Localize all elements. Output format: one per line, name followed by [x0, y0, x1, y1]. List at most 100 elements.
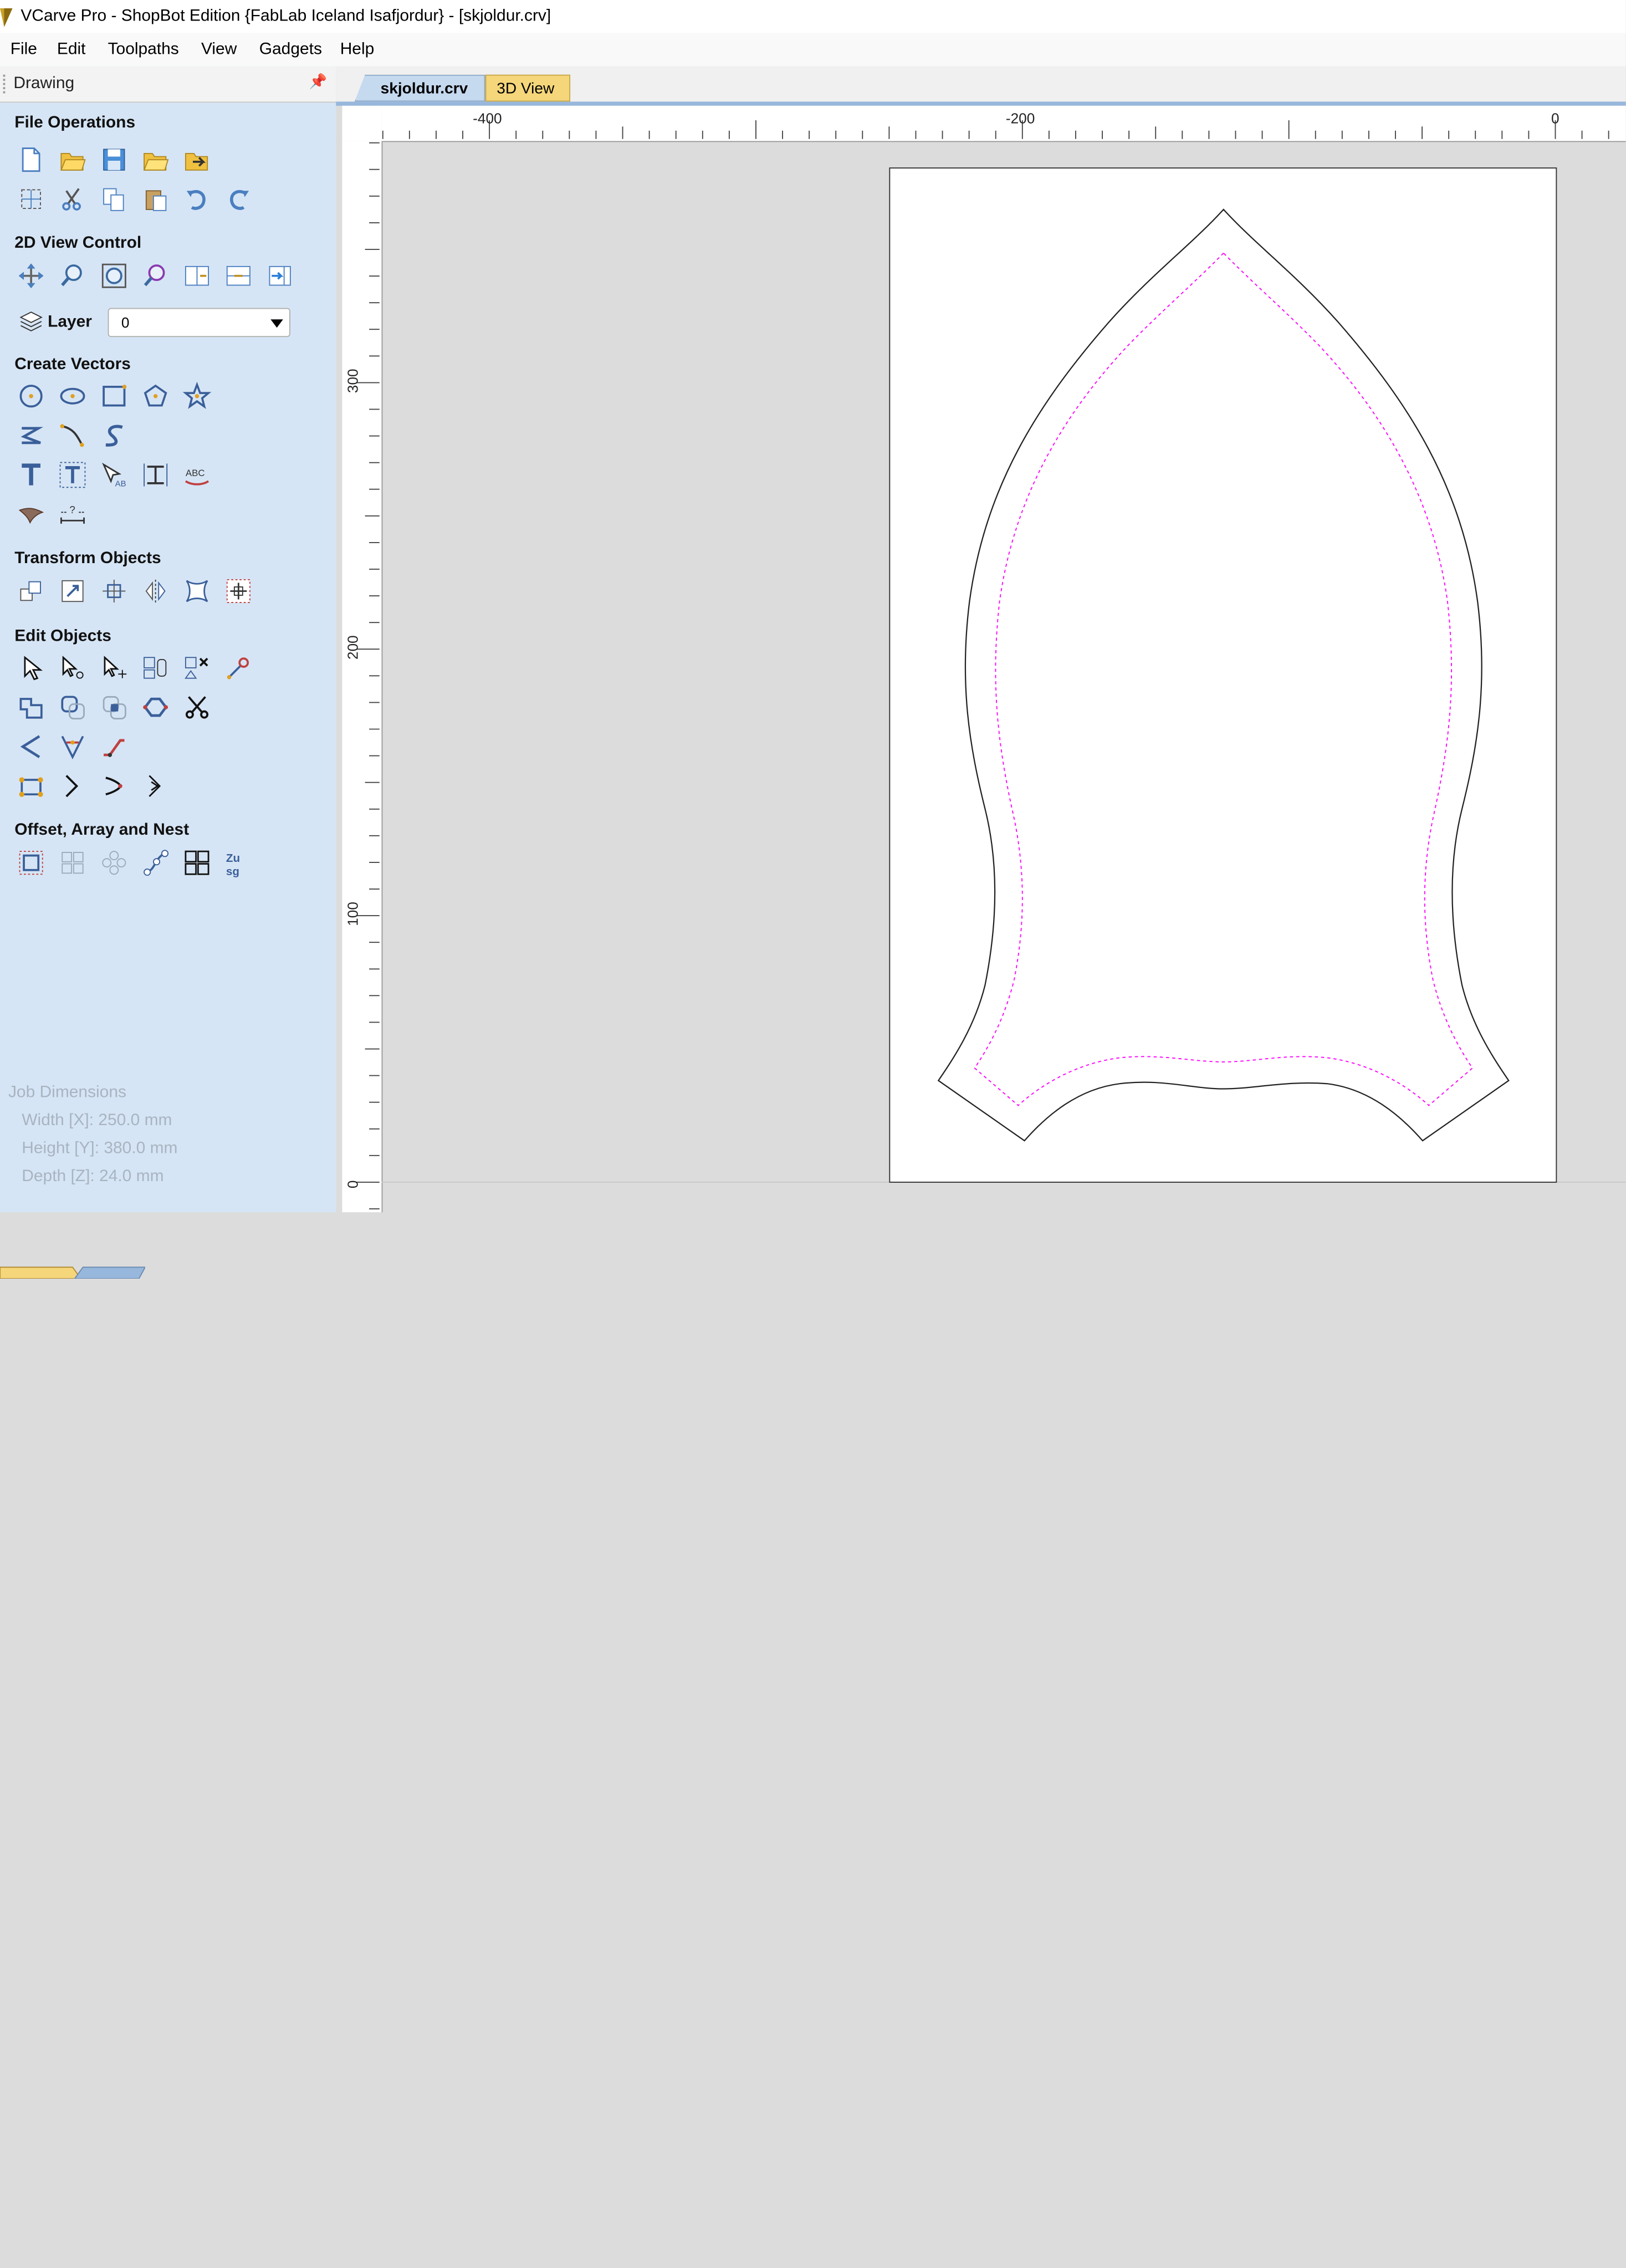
ungroup-objects-icon[interactable]: [182, 653, 211, 682]
adjust-text-spacing-icon[interactable]: [141, 461, 170, 489]
weld-vectors-icon[interactable]: [17, 693, 45, 722]
open-template-icon[interactable]: [141, 145, 170, 174]
svg-text:AB: AB: [115, 479, 126, 488]
block-copy-icon[interactable]: [58, 848, 87, 877]
bitmap-trace-icon[interactable]: [17, 500, 45, 529]
chamfer-icon[interactable]: [58, 732, 87, 761]
menu-view[interactable]: View: [201, 40, 237, 59]
menu-help[interactable]: Help: [340, 40, 375, 59]
scissors-icon[interactable]: [182, 693, 211, 722]
copy-icon[interactable]: [100, 185, 129, 213]
mirror-icon[interactable]: [141, 576, 170, 605]
split-view-icon[interactable]: [224, 261, 253, 290]
circular-copy-icon[interactable]: [100, 848, 129, 877]
job-depth: Depth [Z]: 24.0 mm: [22, 1167, 164, 1186]
redo-icon[interactable]: [224, 185, 253, 213]
menu-toolpaths[interactable]: Toolpaths: [108, 40, 179, 59]
zoom-extents-icon[interactable]: [100, 261, 129, 290]
section-file-operations: File Operations: [14, 114, 136, 132]
join-vectors-icon[interactable]: [141, 693, 170, 722]
window-title: VCarve Pro - ShopBot Edition {FabLab Ice…: [21, 7, 551, 25]
panel-title: Drawing: [13, 74, 75, 93]
distort-icon[interactable]: [182, 576, 211, 605]
copy-along-vector-icon[interactable]: [141, 848, 170, 877]
interactive-transform-icon[interactable]: [100, 653, 129, 682]
open-file-icon[interactable]: [58, 145, 87, 174]
draw-polygon-icon[interactable]: [141, 382, 170, 411]
layers-icon[interactable]: [17, 307, 45, 336]
fillet-icon[interactable]: [17, 732, 45, 761]
join-open-vectors-icon[interactable]: [58, 772, 87, 800]
undo-icon[interactable]: [182, 185, 211, 213]
view-layout-icon[interactable]: [182, 261, 211, 290]
drag-grip[interactable]: [3, 74, 7, 94]
text-arc-icon[interactable]: ABC: [182, 461, 211, 489]
draw-polyline-icon[interactable]: [17, 421, 45, 450]
vcarve-logo-icon: [0, 8, 13, 27]
job-dimensions-title: Job Dimensions: [8, 1084, 126, 1102]
move-icon[interactable]: [17, 576, 45, 605]
import-file-icon[interactable]: [182, 145, 211, 174]
ruler-label-200: 200: [344, 635, 361, 660]
draw-star-icon[interactable]: [182, 381, 212, 411]
drawing-canvas[interactable]: [381, 142, 1626, 1212]
section-edit-objects: Edit Objects: [14, 627, 111, 645]
menu-edit[interactable]: Edit: [57, 40, 86, 59]
draw-arc-icon[interactable]: [100, 421, 129, 450]
text-on-curve-icon[interactable]: AB: [100, 461, 129, 489]
cut-icon[interactable]: [58, 185, 87, 213]
array-copy-icon[interactable]: [182, 848, 211, 877]
job-dimensions: Job Dimensions Width [X]: 250.0 mm Heigh…: [8, 1079, 178, 1191]
vertical-ruler-ticks: [356, 142, 380, 1209]
auto-layout-text-icon[interactable]: [58, 461, 87, 489]
document-tab-strip: skjoldur.crv 3D View: [336, 66, 1626, 104]
menu-file[interactable]: File: [11, 40, 37, 59]
layer-dropdown[interactable]: 0: [108, 308, 290, 338]
extend-vector-icon[interactable]: [100, 732, 129, 761]
select-pointer-icon[interactable]: [17, 653, 45, 682]
set-selection-position-icon[interactable]: [224, 576, 253, 605]
close-vector-icon[interactable]: [17, 772, 45, 800]
tab-skjoldur-crv[interactable]: skjoldur.crv: [354, 74, 485, 102]
dimension-icon[interactable]: ?: [58, 500, 87, 529]
layer-label: Layer: [48, 313, 92, 331]
menu-bar: File Edit Toolpaths View Gadgets Help: [0, 33, 1626, 67]
vector-trim-tool-icon[interactable]: [224, 653, 253, 682]
pin-icon[interactable]: 📌: [309, 73, 328, 90]
new-file-icon[interactable]: [17, 145, 45, 174]
curve-fit-icon[interactable]: [100, 772, 129, 800]
material-sheet: [889, 167, 1557, 1183]
ruler-label-minus-400: -400: [473, 110, 502, 127]
scale-icon[interactable]: [58, 576, 87, 605]
group-objects-icon[interactable]: [141, 653, 170, 682]
zoom-window-icon[interactable]: [58, 261, 87, 290]
align-icon[interactable]: [100, 576, 129, 605]
draw-ellipse-icon[interactable]: [58, 382, 87, 411]
offset-vectors-icon[interactable]: [17, 848, 45, 877]
panel-header: Drawing 📌: [0, 66, 336, 103]
nest-parts-icon[interactable]: Zu sg: [224, 848, 253, 877]
paste-icon[interactable]: [141, 185, 170, 213]
draw-rectangle-icon[interactable]: [100, 382, 129, 411]
menu-gadgets[interactable]: Gadgets: [259, 40, 322, 59]
tab-3d-view[interactable]: 3D View: [485, 74, 571, 102]
save-file-icon[interactable]: [100, 145, 129, 174]
svg-text:Zu: Zu: [226, 852, 240, 865]
subtract-vectors-icon[interactable]: [58, 693, 87, 722]
toggle-3d-view-icon[interactable]: [265, 261, 294, 290]
tab-underline: [336, 101, 1626, 106]
job-width: Width [X]: 250.0 mm: [22, 1111, 172, 1130]
draw-curve-icon[interactable]: [58, 421, 87, 450]
job-setup-icon[interactable]: [17, 185, 45, 213]
draw-circle-icon[interactable]: [17, 382, 45, 411]
panel-bottom-tabs[interactable]: [0, 1265, 145, 1279]
section-transform-objects: Transform Objects: [14, 549, 161, 568]
layer-value: 0: [121, 314, 130, 331]
ruler-label-0-y: 0: [344, 1180, 361, 1189]
zoom-selection-icon[interactable]: [141, 261, 170, 290]
draw-text-icon[interactable]: [17, 461, 45, 489]
intersect-vectors-icon[interactable]: [100, 693, 129, 722]
node-edit-icon[interactable]: [58, 653, 87, 682]
pan-icon[interactable]: [17, 261, 45, 290]
smooth-vector-icon[interactable]: [141, 772, 170, 800]
